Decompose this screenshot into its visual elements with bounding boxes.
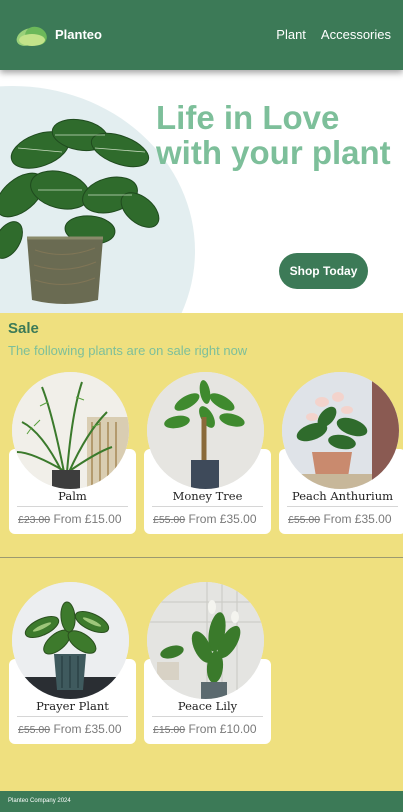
sale-heading: Sale — [8, 320, 39, 337]
hero-section: Life in Love with your plant Shop Today — [0, 70, 403, 313]
hero-headline: Life in Love with your plant — [156, 100, 396, 170]
sale-price: From £15.00 — [53, 512, 122, 526]
product-image-money-tree[interactable] — [147, 372, 264, 489]
sale-price: From £35.00 — [323, 512, 392, 526]
product-price: £15.00 From £10.00 — [153, 722, 257, 736]
section-divider — [0, 557, 403, 558]
shop-today-button[interactable]: Shop Today — [279, 253, 368, 289]
main-nav: Plant Accessories — [276, 27, 391, 42]
hero-headline-line1: Life in Love — [156, 99, 340, 136]
product-image-prayer-plant[interactable] — [12, 582, 129, 699]
sale-section: Sale The following plants are on sale ri… — [0, 313, 403, 791]
hero-plant-image — [0, 118, 160, 304]
product-price: £23.00 From £15.00 — [18, 512, 122, 526]
old-price: £55.00 — [18, 724, 51, 736]
sale-subtitle: The following plants are on sale right n… — [8, 343, 248, 358]
product-image-palm[interactable] — [12, 372, 129, 489]
old-price: £55.00 — [288, 514, 321, 526]
sale-price: From £10.00 — [188, 722, 257, 736]
product-price: £55.00 From £35.00 — [153, 512, 257, 526]
top-navbar: Planteo Plant Accessories — [0, 0, 403, 70]
product-name[interactable]: Peach Anthurium — [287, 489, 398, 507]
hero-headline-line2: with your plant — [156, 134, 391, 171]
product-image-peach-anthurium[interactable] — [282, 372, 399, 489]
footer-copyright: Planteo Company 2024 — [8, 798, 71, 804]
brand-name[interactable]: Planteo — [55, 27, 102, 42]
nav-link-accessories[interactable]: Accessories — [321, 27, 391, 42]
product-name[interactable]: Money Tree — [152, 489, 263, 507]
product-price: £55.00 From £35.00 — [288, 512, 392, 526]
page-footer: Planteo Company 2024 — [0, 791, 403, 812]
old-price: £15.00 — [153, 724, 186, 736]
nav-link-plant[interactable]: Plant — [276, 27, 306, 42]
product-name[interactable]: Palm — [17, 489, 128, 507]
old-price: £55.00 — [153, 514, 186, 526]
product-price: £55.00 From £35.00 — [18, 722, 122, 736]
product-name[interactable]: Prayer Plant — [17, 699, 128, 717]
product-name[interactable]: Peace Lily — [152, 699, 263, 717]
leaf-logo-icon[interactable] — [14, 22, 54, 48]
old-price: £23.00 — [18, 514, 51, 526]
product-image-peace-lily[interactable] — [147, 582, 264, 699]
sale-price: From £35.00 — [53, 722, 122, 736]
sale-price: From £35.00 — [188, 512, 257, 526]
